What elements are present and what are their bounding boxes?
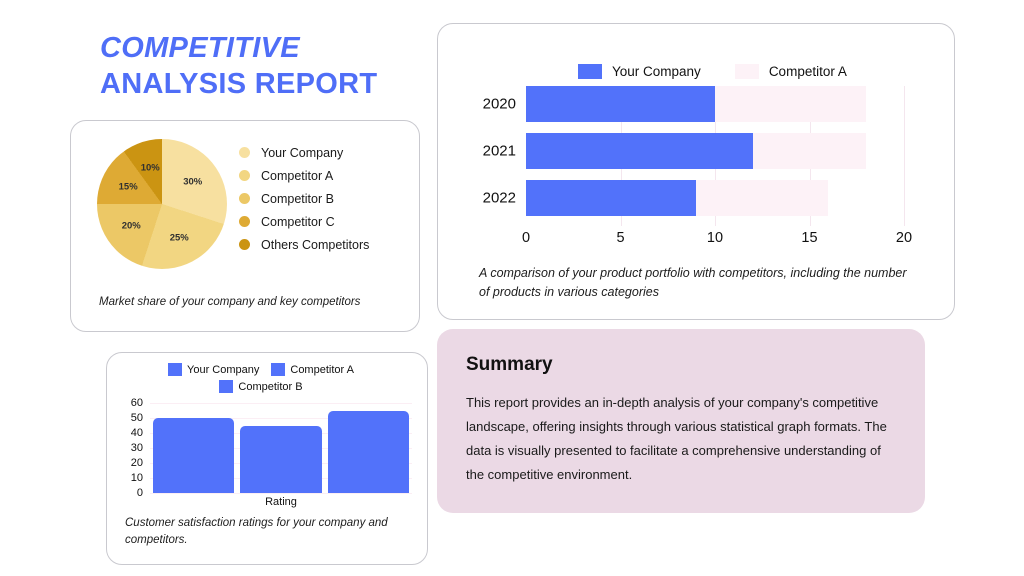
pie-legend-item: Competitor B (239, 187, 369, 210)
hbar-company-bar (526, 86, 715, 122)
legend-swatch-icon (578, 64, 602, 79)
pie-legend-item: Your Company (239, 141, 369, 164)
legend-swatch-icon (239, 170, 250, 181)
gridline (904, 86, 905, 226)
summary-body: This report provides an in-depth analysi… (466, 395, 887, 482)
summary-card: Summary This report provides an in-depth… (437, 329, 925, 513)
page-title-line-2: ANALYSIS REPORT (100, 68, 378, 100)
hbar-category-label: 2021 (482, 142, 516, 160)
legend-swatch-icon (239, 239, 250, 250)
hbar-x-tick-label: 15 (801, 230, 818, 246)
summary-title: Summary (466, 354, 553, 375)
pie-legend-item: Competitor C (239, 210, 369, 233)
pie-legend-label: Competitor C (261, 214, 335, 229)
pie-legend-label: Others Competitors (261, 237, 370, 252)
legend-swatch-icon (219, 380, 234, 393)
legend-swatch-icon (271, 363, 286, 376)
pie-caption: Market share of your company and key com… (99, 296, 361, 308)
hbar-category-label: 2022 (482, 189, 516, 207)
pie-slice-label: 10% (140, 162, 160, 174)
report-page: COMPETITIVE ANALYSIS REPORT 30% 25% 20% … (0, 0, 1024, 576)
vbar-bar (153, 418, 235, 493)
vbar-legend-label: Competitor B (238, 380, 303, 393)
hbar-x-tick-label: 10 (706, 230, 724, 246)
vbar-bar (327, 410, 409, 493)
page-title-line-1: COMPETITIVE (100, 32, 300, 64)
hbar-x-axis: 0 5 10 15 20 (522, 230, 912, 252)
hbar-row: 2022 (483, 180, 904, 216)
page-title: COMPETITIVE ANALYSIS REPORT (100, 30, 440, 102)
hbar-plot-area: 2020 2021 2022 (483, 86, 905, 226)
hbar-x-tick-label: 20 (895, 230, 913, 246)
market-share-card: 30% 25% 20% 15% 10% Your Company Competit… (70, 120, 420, 332)
vbar-legend: Your Company Competitor A Competitor B (107, 361, 427, 395)
pie-chart-graphic (97, 139, 227, 269)
hbar-category-label: 2020 (482, 95, 516, 113)
pie-chart: 30% 25% 20% 15% 10% (97, 139, 227, 269)
vbar-legend-label: Your Company (187, 363, 260, 376)
product-comparison-card: Your Company Competitor A 2020 2021 2022 0 5… (437, 23, 955, 320)
vbar-y-tick-label: 30 (130, 442, 143, 454)
vbar-y-tick-label: 40 (130, 427, 143, 439)
vbar-y-tick-label: 50 (130, 412, 143, 424)
legend-swatch-icon (239, 147, 250, 158)
legend-swatch-icon (239, 216, 250, 227)
legend-swatch-icon (168, 363, 183, 376)
vbar-y-tick-label: 60 (130, 397, 143, 409)
hbar-legend: Your Company Competitor A (578, 64, 871, 79)
hbar-company-bar (526, 133, 753, 169)
vbar-y-tick-label: 20 (130, 457, 143, 469)
pie-slice-label: 30% (183, 176, 203, 188)
pie-legend-label: Competitor A (261, 168, 334, 183)
gridline (150, 493, 412, 494)
pie-legend-item: Competitor A (239, 164, 369, 187)
vbar-x-axis-label: Rating (265, 496, 297, 508)
hbar-legend-label: Competitor A (768, 64, 847, 79)
pie-slice-label: 20% (121, 220, 141, 232)
pie-legend-label: Competitor B (261, 191, 334, 206)
pie-legend-item: Others Competitors (239, 233, 369, 256)
hbar-caption: A comparison of your product portfolio w… (479, 266, 907, 299)
hbar-row: 2021 (483, 133, 904, 169)
hbar-company-bar (526, 180, 697, 216)
vbar-legend-line: Your Company Competitor A (107, 361, 427, 378)
hbar-legend-label: Your Company (612, 64, 701, 79)
vbar-y-tick-label: 10 (130, 472, 143, 484)
vbar-caption: Customer satisfaction ratings for your c… (125, 517, 388, 546)
vbar-legend-line: Competitor B (107, 378, 427, 395)
vbar-bar (240, 425, 322, 493)
pie-legend-label: Your Company (261, 145, 344, 160)
pie-legend: Your Company Competitor A Competitor B Comp… (239, 141, 369, 256)
legend-swatch-icon (239, 193, 250, 204)
pie-slice-label: 25% (169, 232, 189, 244)
pie-slice-label: 15% (118, 181, 138, 193)
vbar-y-tick-label: 0 (136, 487, 143, 499)
gridline (150, 403, 412, 404)
hbar-row: 2020 (483, 86, 904, 122)
legend-swatch-icon (734, 64, 759, 79)
hbar-x-tick-label: 5 (616, 230, 625, 246)
vbar-plot-area: 0 10 20 30 40 50 60 (131, 397, 412, 499)
hbar-x-tick-label: 0 (521, 230, 531, 246)
satisfaction-card: Your Company Competitor A Competitor B 0 10… (106, 352, 428, 565)
vbar-legend-label: Competitor A (290, 363, 354, 376)
